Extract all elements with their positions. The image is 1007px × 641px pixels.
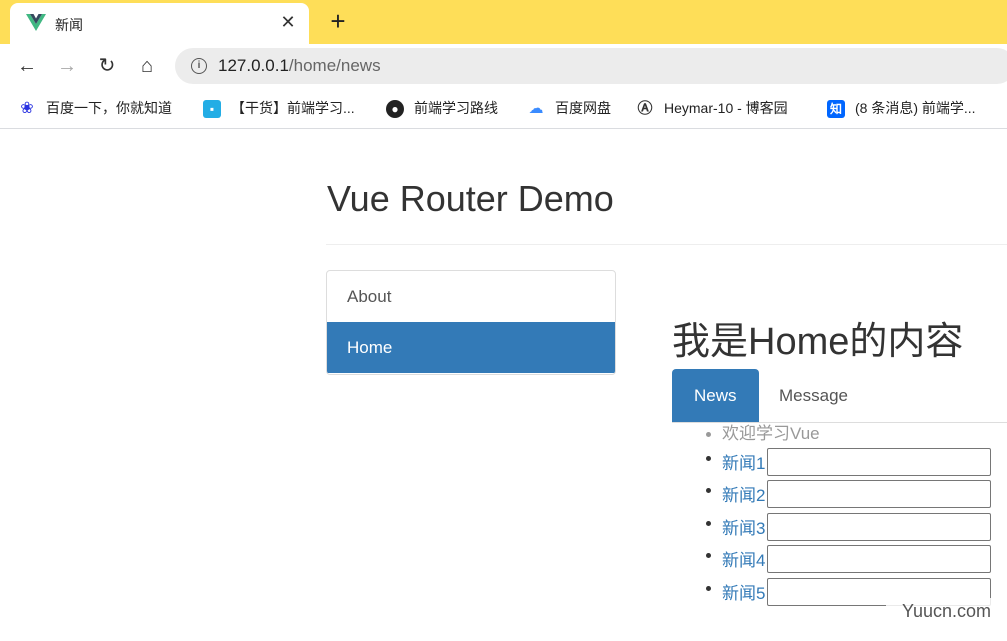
globe-icon: ● — [386, 100, 404, 119]
close-tab-icon[interactable]: ✕ — [277, 11, 299, 33]
new-tab-button[interactable]: + — [326, 8, 350, 34]
browser-tab-news[interactable]: 新闻 ✕ — [10, 3, 309, 44]
news-input[interactable] — [767, 545, 991, 574]
reload-icon[interactable]: ↻ — [94, 53, 120, 79]
bookmark-baidu[interactable]: ❀ 百度一下，你就知道 — [18, 97, 172, 119]
cnblogs-icon: Ⓐ — [636, 100, 654, 119]
news-input[interactable] — [767, 448, 991, 476]
browser-tab-strip: 新闻 ✕ + — [0, 0, 1007, 44]
news-link[interactable]: 新闻3 — [722, 517, 765, 541]
news-link[interactable]: 新闻1 — [722, 452, 765, 476]
bookmark-baidu-netdisk[interactable]: ☁ 百度网盘 — [527, 97, 611, 119]
title-divider — [326, 244, 1007, 245]
nav-link-home[interactable]: Home — [327, 322, 615, 373]
home-subtabs: News Message — [672, 369, 1007, 423]
list-item: 新闻4 — [706, 543, 991, 575]
home-heading: 我是Home的内容 — [672, 321, 964, 363]
side-nav: About Home — [326, 270, 616, 375]
welcome-item: 欢迎学习Vue — [706, 422, 820, 446]
vue-logo-icon — [26, 14, 46, 32]
news-link[interactable]: 新闻4 — [722, 549, 765, 573]
browser-toolbar: ← → ↻ ⌂ i 127.0.0.1/home/news — [0, 44, 1007, 88]
back-arrow-icon[interactable]: ← — [14, 53, 40, 79]
bookmark-cnblogs[interactable]: Ⓐ Heymar-10 - 博客园 — [636, 97, 788, 119]
url-text: 127.0.0.1/home/news — [218, 56, 381, 75]
list-item: 新闻2 — [706, 478, 991, 510]
watermark: Yuucn.com — [886, 598, 1007, 624]
site-info-icon[interactable]: i — [191, 58, 207, 74]
subtab-news[interactable]: News — [672, 369, 759, 422]
news-list: 欢迎学习Vue 新闻1 新闻2 新闻3 新闻4 新闻5 — [706, 422, 991, 608]
news-link[interactable]: 新闻2 — [722, 484, 765, 508]
baidu-netdisk-icon: ☁ — [527, 100, 545, 119]
page-title: Vue Router Demo — [327, 178, 614, 219]
bilibili-icon: ▪ — [203, 100, 221, 119]
nav-link-about[interactable]: About — [327, 271, 615, 322]
news-link[interactable]: 新闻5 — [722, 582, 765, 606]
list-item: 新闻5 — [706, 576, 991, 608]
bookmark-zhihu[interactable]: 知 (8 条消息) 前端学... — [827, 97, 976, 119]
tab-title: 新闻 — [55, 17, 83, 33]
news-input[interactable] — [767, 512, 991, 541]
news-input[interactable] — [767, 480, 991, 509]
bookmark-bilibili[interactable]: ▪ 【干货】前端学习... — [203, 97, 355, 119]
list-item: 新闻3 — [706, 511, 991, 543]
home-icon[interactable]: ⌂ — [134, 53, 160, 79]
baidu-paw-icon: ❀ — [18, 100, 36, 119]
subtab-message[interactable]: Message — [757, 369, 870, 422]
forward-arrow-icon[interactable]: → — [54, 53, 80, 79]
zhihu-icon: 知 — [827, 100, 845, 119]
bookmarks-bar: ❀ 百度一下，你就知道 ▪ 【干货】前端学习... ● 前端学习路线 ☁ 百度网盘 Ⓐ H… — [0, 88, 1007, 129]
bookmark-frontend-route[interactable]: ● 前端学习路线 — [386, 97, 498, 119]
list-item: 新闻1 — [706, 446, 991, 478]
address-bar[interactable]: i 127.0.0.1/home/news — [175, 48, 1007, 84]
